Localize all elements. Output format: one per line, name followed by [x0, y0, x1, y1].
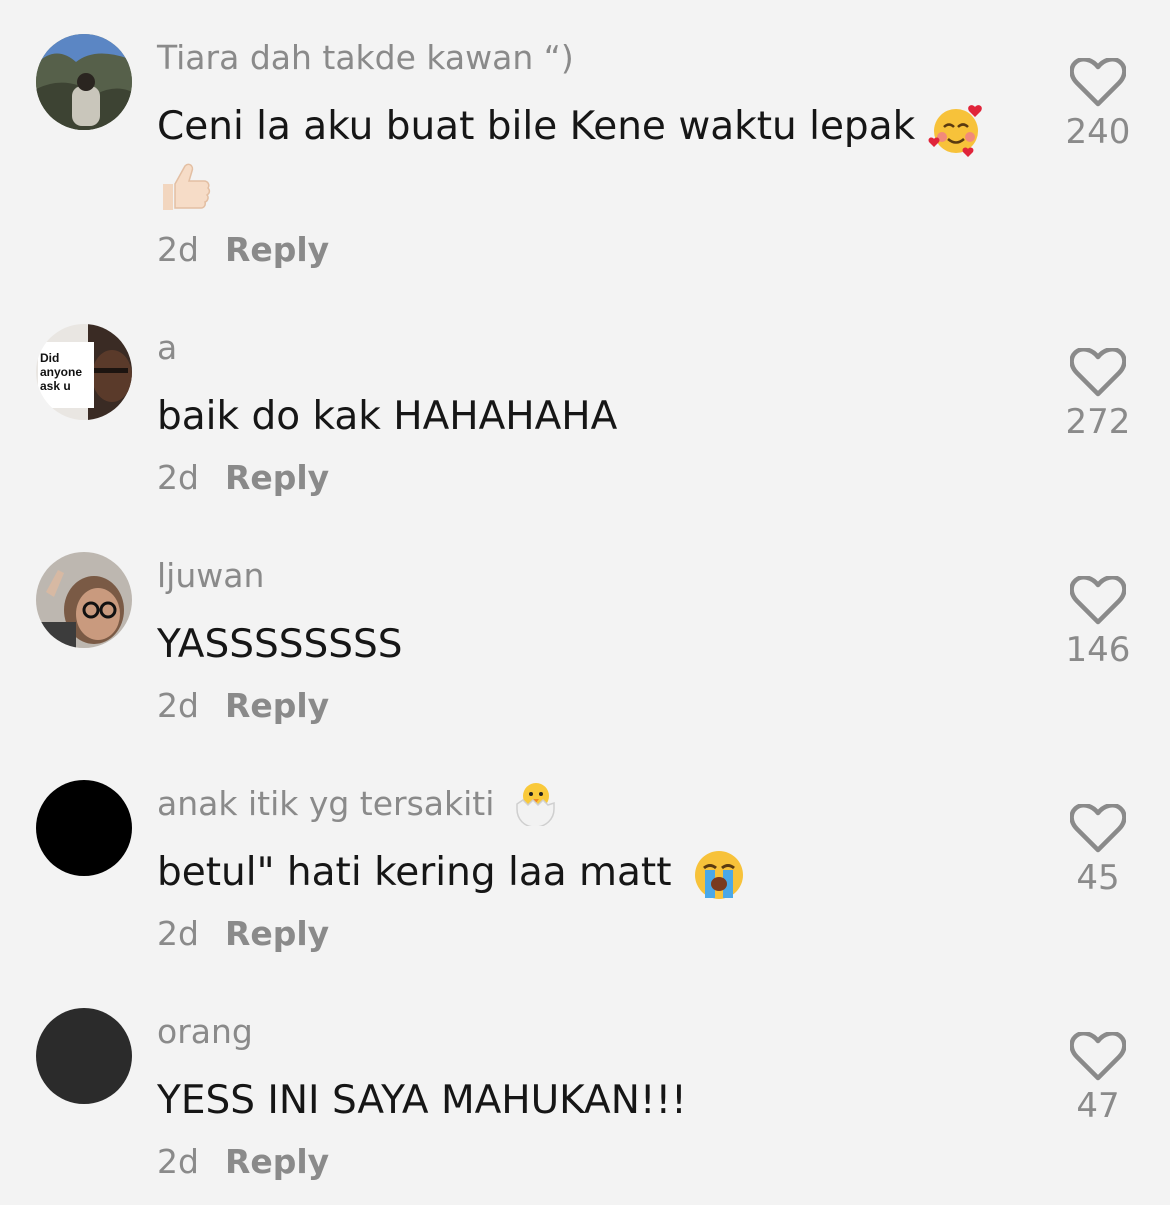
- comment-meta: 2d Reply: [157, 230, 329, 269]
- username-text: anak itik yg tersakiti: [157, 784, 495, 823]
- comment-text-content: baik do kak HAHAHAHA: [157, 394, 618, 439]
- avatar[interactable]: [36, 1008, 132, 1104]
- thumbs-up-emoji: [163, 163, 211, 210]
- timestamp: 2d: [157, 458, 199, 497]
- like-control: 45: [1060, 804, 1136, 898]
- comment-item: orang YESS INI SAYA MAHUKAN!!! 2d Reply 4…: [0, 974, 1170, 1202]
- avatar-caption: ask u: [40, 379, 71, 393]
- like-control: 146: [1060, 576, 1136, 670]
- comment-text-content: betul" hati kering laa matt: [157, 850, 672, 895]
- timestamp: 2d: [157, 914, 199, 953]
- comment-item: anak itik yg tersakiti betul" hati kerin…: [0, 746, 1170, 974]
- like-count: 272: [1065, 402, 1131, 442]
- comment-text: YASSSSSSSS: [157, 614, 1017, 676]
- comment-item: Did anyone ask u a baik do kak HAHAHAHA …: [0, 290, 1170, 518]
- avatar-caption: Did: [40, 351, 59, 365]
- like-count: 146: [1065, 630, 1131, 670]
- comment-meta: 2d Reply: [157, 914, 329, 953]
- heart-icon[interactable]: [1070, 348, 1126, 398]
- comment-text: Ceni la aku buat bile Kene waktu lepak: [157, 96, 1017, 158]
- timestamp: 2d: [157, 686, 199, 725]
- username[interactable]: anak itik yg tersakiti: [157, 782, 561, 826]
- comment-meta: 2d Reply: [157, 686, 329, 725]
- avatar[interactable]: [36, 552, 132, 648]
- comment-text: betul" hati kering laa matt: [157, 842, 1017, 904]
- reply-button[interactable]: Reply: [225, 458, 329, 497]
- reply-button[interactable]: Reply: [225, 1142, 329, 1181]
- like-control: 240: [1060, 58, 1136, 152]
- like-count: 240: [1065, 112, 1131, 152]
- comment-text-content: YASSSSSSSS: [157, 622, 403, 667]
- hatching-chick-emoji: [516, 782, 555, 826]
- smiling-face-with-hearts-emoji: [928, 104, 982, 157]
- reply-button[interactable]: Reply: [225, 914, 329, 953]
- username[interactable]: orang: [157, 1012, 253, 1051]
- like-control: 47: [1060, 1032, 1136, 1126]
- like-count: 47: [1076, 1086, 1120, 1126]
- timestamp: 2d: [157, 230, 199, 269]
- username[interactable]: a: [157, 328, 177, 367]
- avatar-caption: anyone: [40, 365, 82, 379]
- loudly-crying-face-emoji: [694, 850, 743, 899]
- like-count: 45: [1076, 858, 1120, 898]
- timestamp: 2d: [157, 1142, 199, 1181]
- heart-icon[interactable]: [1070, 1032, 1126, 1082]
- comment-text: YESS INI SAYA MAHUKAN!!!: [157, 1070, 1017, 1132]
- heart-icon[interactable]: [1070, 58, 1126, 108]
- comment-text: baik do kak HAHAHAHA: [157, 386, 1017, 448]
- comment-text-content: Ceni la aku buat bile Kene waktu lepak: [157, 104, 916, 149]
- reply-button[interactable]: Reply: [225, 686, 329, 725]
- avatar[interactable]: Did anyone ask u: [36, 324, 132, 420]
- avatar[interactable]: [36, 780, 132, 876]
- comment-text-content: YESS INI SAYA MAHUKAN!!!: [157, 1078, 687, 1123]
- avatar[interactable]: [36, 34, 132, 130]
- comment-meta: 2d Reply: [157, 1142, 329, 1181]
- heart-icon[interactable]: [1070, 804, 1126, 854]
- comment-meta: 2d Reply: [157, 458, 329, 497]
- comment-item: ljuwan YASSSSSSSS 2d Reply 146: [0, 518, 1170, 746]
- username[interactable]: ljuwan: [157, 556, 264, 595]
- heart-icon[interactable]: [1070, 576, 1126, 626]
- username[interactable]: Tiara dah takde kawan “): [157, 38, 574, 77]
- comment-item: Tiara dah takde kawan “) Ceni la aku bua…: [0, 0, 1170, 269]
- like-control: 272: [1060, 348, 1136, 442]
- reply-button[interactable]: Reply: [225, 230, 329, 269]
